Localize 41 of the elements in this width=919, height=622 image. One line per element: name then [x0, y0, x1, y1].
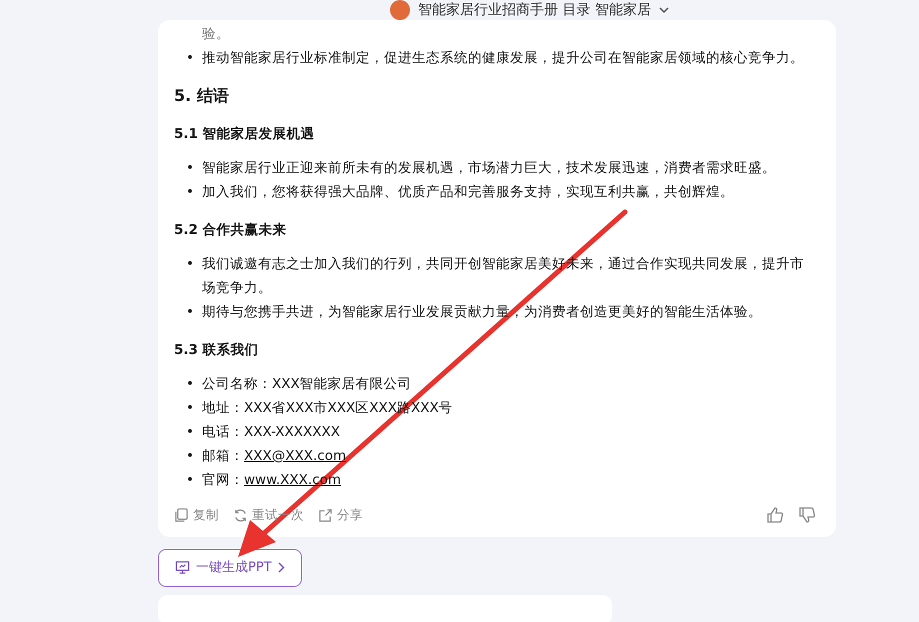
thumbs-down-icon[interactable]	[798, 506, 816, 524]
bullet-marker: •	[186, 423, 195, 442]
refresh-icon	[233, 508, 248, 523]
list-text: 加入我们，您将获得强大品牌、优质产品和完善服务支持，实现互利共赢，共创辉煌。	[202, 183, 734, 202]
bullet-marker: •	[186, 159, 195, 178]
action-button[interactable]: 分享	[318, 506, 363, 525]
share-icon	[318, 508, 333, 523]
bullet-marker: •	[186, 399, 195, 418]
subsection-heading: 5.1 智能家居发展机遇	[174, 125, 316, 144]
chevron-right-icon	[278, 562, 285, 574]
bullet-marker: •	[186, 375, 195, 394]
bullet-marker: •	[186, 471, 195, 490]
action-button[interactable]: 复制	[174, 506, 219, 525]
item-value: XXX智能家居有限公司	[272, 376, 412, 392]
list-text: 推动智能家居行业标准制定，促进生态系统的健康发展，提升公司在智能家居领域的核心竞争力。	[202, 49, 804, 68]
item-label: 电话：	[202, 424, 244, 440]
item-value: XXX-XXXXXXX	[244, 424, 340, 440]
thumbs-up-icon[interactable]	[766, 506, 784, 524]
bullet-marker: •	[186, 447, 195, 466]
section-heading: 5. 结语	[174, 85, 230, 107]
document-title[interactable]: 智能家居行业招商手册 目录 智能家居	[418, 0, 651, 20]
item-label: 公司名称：	[202, 376, 272, 392]
bullet-marker: •	[186, 183, 195, 202]
list-text: 期待与您携手共进，为智能家居行业发展贡献力量，为消费者创造更美好的智能生活体验。	[202, 303, 762, 322]
subsection-heading: 5.3 联系我们	[174, 341, 260, 360]
presentation-icon	[175, 560, 190, 576]
list-text: 智能家居行业正迎来前所未有的发展机遇，市场潜力巨大，技术发展迅速，消费者需求旺盛。	[202, 159, 776, 178]
bullet-marker: •	[186, 303, 195, 322]
link[interactable]: XXX@XXX.com	[244, 448, 346, 464]
list-text: 我们诚邀有志之士加入我们的行列，共同开创智能家居美好未来，通过合作实现共同发展，提升市场竞争力。	[202, 255, 805, 298]
copy-icon	[174, 508, 189, 523]
subsection-heading: 5.2 合作共赢未来	[174, 221, 288, 240]
item-label: 邮箱：	[202, 448, 244, 464]
generate-ppt-button[interactable]: 一键生成PPT	[158, 548, 302, 587]
chevron-down-icon[interactable]	[658, 7, 669, 13]
bullet-marker: •	[186, 255, 195, 274]
item-label: 官网：	[202, 472, 244, 488]
list-text: 验。	[201, 25, 231, 44]
avatar-circle	[390, 0, 410, 20]
item-label: 地址：	[202, 400, 244, 416]
bullet-marker: •	[186, 49, 195, 68]
